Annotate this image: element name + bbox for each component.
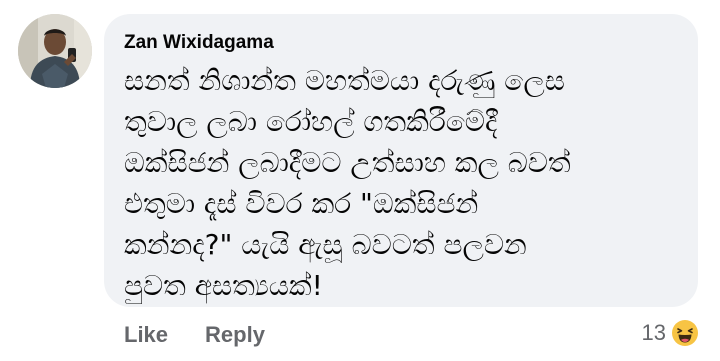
comment-line: සනත් නිශාන්ත මහත්මයා දරුණු ලෙස [124, 64, 565, 97]
comment-line: පුවත අසත්‍යයක්! [124, 269, 323, 302]
comment-line: කන්නද?" යැයි ඇසූ බවටත් පලවන [124, 228, 527, 261]
comment-text: සනත් නිශාන්ත මහත්මයා දරුණු ලෙස තුවාල ලබා… [124, 60, 668, 306]
comment-author[interactable]: Zan Wixidagama [124, 30, 668, 56]
reaction-summary[interactable]: 13 [642, 316, 700, 350]
reply-button[interactable]: Reply [205, 322, 265, 348]
profile-photo-icon [18, 14, 92, 88]
comment-line: ඔක්සිජන් ලබාදීමට උත්සාහ කල බවත් [124, 146, 571, 179]
haha-icon [670, 318, 700, 348]
like-button[interactable]: Like [124, 322, 168, 348]
comment-line: එතුමා දෑස් විවර කර "ඔක්සිජන් [124, 187, 479, 220]
comment-actions: Like Reply [124, 318, 265, 352]
comment-line: තුවාල ලබා රෝහල් ගතකිරීමේදී [124, 105, 498, 138]
avatar[interactable] [18, 14, 92, 88]
comment-bubble: Zan Wixidagama සනත් නිශාන්ත මහත්මයා දරුණ… [104, 14, 698, 307]
reaction-count: 13 [641, 320, 666, 345]
